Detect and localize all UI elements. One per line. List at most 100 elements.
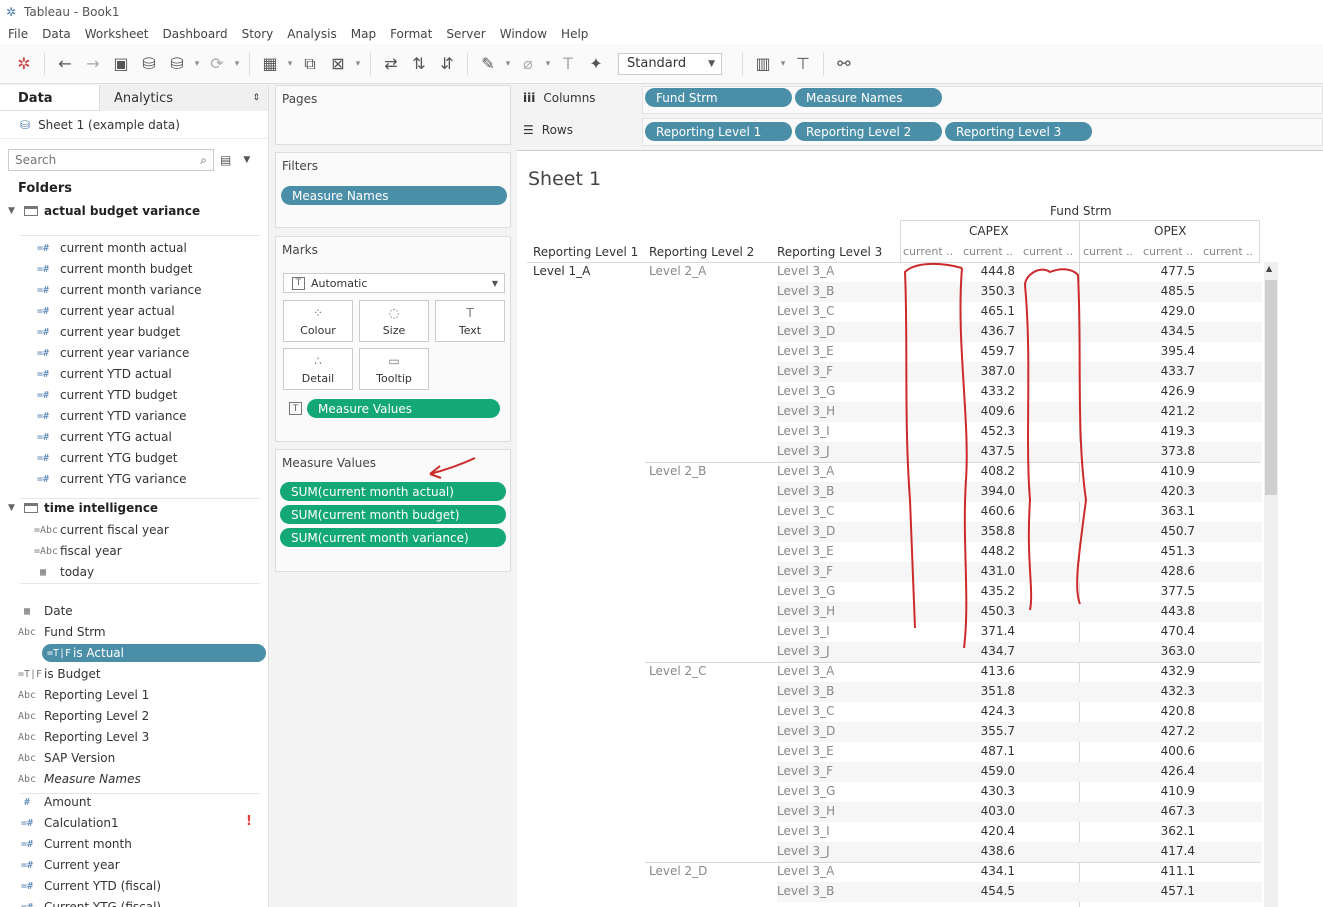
search-input[interactable] (15, 153, 185, 167)
fit-select[interactable]: Standard ▼ (618, 52, 722, 75)
level3-label[interactable]: Level 3_G (777, 384, 835, 398)
column-pill-measure-names[interactable]: Measure Names (795, 88, 942, 107)
level3-label[interactable]: Level 3_G (777, 784, 835, 798)
dropdown-arrow-icon[interactable]: ▾ (352, 51, 364, 77)
field-item[interactable]: =# current YTD actual (34, 365, 172, 383)
measure-header[interactable]: current .. (903, 245, 953, 258)
opex-value-cell[interactable]: 362.1 (1135, 824, 1195, 838)
view-list-icon[interactable]: ▤ (220, 153, 231, 167)
menu-dashboard[interactable]: Dashboard (162, 27, 227, 41)
opex-value-cell[interactable]: 451.3 (1135, 544, 1195, 558)
measure-value-pill[interactable]: SUM(current month variance) (280, 528, 506, 547)
level2-label[interactable]: Level 2_B (649, 464, 706, 478)
capex-value-cell[interactable]: 430.3 (955, 784, 1015, 798)
field-item[interactable]: =# Current month (18, 835, 132, 853)
opex-value-cell[interactable]: 427.2 (1135, 724, 1195, 738)
level3-label[interactable]: Level 3_B (777, 684, 834, 698)
capex-value-cell[interactable]: 448.2 (955, 544, 1015, 558)
chevron-down-icon[interactable]: ▼ (243, 155, 250, 165)
opex-value-cell[interactable]: 457.1 (1135, 884, 1195, 898)
menu-analysis[interactable]: Analysis (287, 27, 336, 41)
opex-value-cell[interactable]: 433.7 (1135, 364, 1195, 378)
opex-value-cell[interactable]: 420.3 (1135, 484, 1195, 498)
level3-label[interactable]: Level 3_B (777, 484, 834, 498)
col-header-level2[interactable]: Reporting Level 2 (649, 245, 754, 259)
opex-value-cell[interactable]: 400.6 (1135, 744, 1195, 758)
menu-story[interactable]: Story (242, 27, 274, 41)
search-box[interactable]: ⌕ (8, 149, 214, 171)
new-data-source-icon[interactable]: ⛁ (135, 51, 163, 77)
capex-value-cell[interactable]: 434.7 (955, 644, 1015, 658)
opex-value-cell[interactable]: 432.3 (1135, 684, 1195, 698)
opex-value-cell[interactable]: 477.5 (1135, 264, 1195, 278)
refresh-icon[interactable]: ⟳ (203, 51, 231, 77)
col-header-level1[interactable]: Reporting Level 1 (533, 245, 638, 259)
capex-value-cell[interactable]: 487.1 (955, 744, 1015, 758)
row-pill-reporting-level-3[interactable]: Reporting Level 3 (945, 122, 1092, 141)
scroll-up-icon[interactable]: ▲ (1266, 264, 1272, 273)
menu-worksheet[interactable]: Worksheet (85, 27, 149, 41)
sort-ascending-icon[interactable]: ⇅ (405, 51, 433, 77)
measure-header[interactable]: current .. (1143, 245, 1193, 258)
search-icon[interactable]: ⌕ (200, 153, 207, 168)
level3-label[interactable]: Level 3_E (777, 544, 834, 558)
field-item[interactable]: =# current YTG variance (34, 470, 187, 488)
field-item[interactable]: =# current YTD variance (34, 407, 187, 425)
field-item[interactable]: =# current YTD budget (34, 386, 177, 404)
opex-value-cell[interactable]: 485.5 (1135, 284, 1195, 298)
capex-value-cell[interactable]: 408.2 (955, 464, 1015, 478)
capex-value-cell[interactable]: 460.6 (955, 504, 1015, 518)
level3-label[interactable]: Level 3_F (777, 364, 833, 378)
level3-label[interactable]: Level 3_B (777, 284, 834, 298)
capex-value-cell[interactable]: 465.1 (955, 304, 1015, 318)
field-item[interactable]: =# current year actual (34, 302, 175, 320)
capex-value-cell[interactable]: 454.5 (955, 884, 1015, 898)
opex-value-cell[interactable]: 373.8 (1135, 444, 1195, 458)
level3-label[interactable]: Level 3_I (777, 824, 830, 838)
dropdown-arrow-icon[interactable]: ▾ (191, 51, 203, 77)
data-source[interactable]: ⛁ Sheet 1 (example data) (0, 111, 268, 139)
field-item[interactable]: =# current month budget (34, 260, 192, 278)
field-item[interactable]: ▦ Date (18, 602, 73, 620)
tab-data[interactable]: Data (0, 85, 100, 111)
level3-label[interactable]: Level 3_F (777, 564, 833, 578)
opex-value-cell[interactable]: 470.4 (1135, 624, 1195, 638)
level3-label[interactable]: Level 3_E (777, 344, 834, 358)
capex-value-cell[interactable]: 403.0 (955, 804, 1015, 818)
field-item[interactable]: =# Calculation1 (18, 814, 119, 832)
opex-value-cell[interactable]: 419.3 (1135, 424, 1195, 438)
capex-value-cell[interactable]: 358.8 (955, 524, 1015, 538)
level2-label[interactable]: Level 2_D (649, 864, 707, 878)
capex-value-cell[interactable]: 350.3 (955, 284, 1015, 298)
opex-value-cell[interactable]: 428.6 (1135, 564, 1195, 578)
capex-value-cell[interactable]: 436.7 (955, 324, 1015, 338)
folder-time-intelligence[interactable]: ▼ time intelligence (8, 501, 158, 515)
menu-format[interactable]: Format (390, 27, 432, 41)
filter-pill-measure-names[interactable]: Measure Names (281, 186, 507, 205)
field-item[interactable]: =T|F is Actual (42, 644, 266, 662)
mark-type-select[interactable]: T Automatic ▼ (283, 273, 505, 293)
level3-label[interactable]: Level 3_A (777, 264, 834, 278)
size-button[interactable]: ◌ Size (359, 300, 429, 342)
dropdown-arrow-icon[interactable]: ▾ (542, 51, 554, 77)
pause-updates-icon[interactable]: ⛁ (163, 51, 191, 77)
level3-label[interactable]: Level 3_J (777, 844, 830, 858)
opex-value-cell[interactable]: 417.4 (1135, 844, 1195, 858)
menu-help[interactable]: Help (561, 27, 588, 41)
capex-value-cell[interactable]: 355.7 (955, 724, 1015, 738)
clear-sheet-icon[interactable]: ⊠ (324, 51, 352, 77)
text-button[interactable]: T Text (435, 300, 505, 342)
level3-label[interactable]: Level 3_E (777, 744, 834, 758)
level3-label[interactable]: Level 3_D (777, 324, 835, 338)
menu-file[interactable]: File (8, 27, 28, 41)
opex-value-cell[interactable]: 420.8 (1135, 704, 1195, 718)
detail-button[interactable]: ∴ Detail (283, 348, 353, 390)
capex-value-cell[interactable]: 420.4 (955, 824, 1015, 838)
presentation-mode-icon[interactable]: ⊤ (789, 51, 817, 77)
share-icon[interactable]: ⚯ (830, 51, 858, 77)
capex-value-cell[interactable]: 413.6 (955, 664, 1015, 678)
capex-value-cell[interactable]: 438.6 (955, 844, 1015, 858)
measure-header[interactable]: current .. (963, 245, 1013, 258)
redo-icon[interactable]: → (79, 51, 107, 77)
level3-label[interactable]: Level 3_D (777, 524, 835, 538)
